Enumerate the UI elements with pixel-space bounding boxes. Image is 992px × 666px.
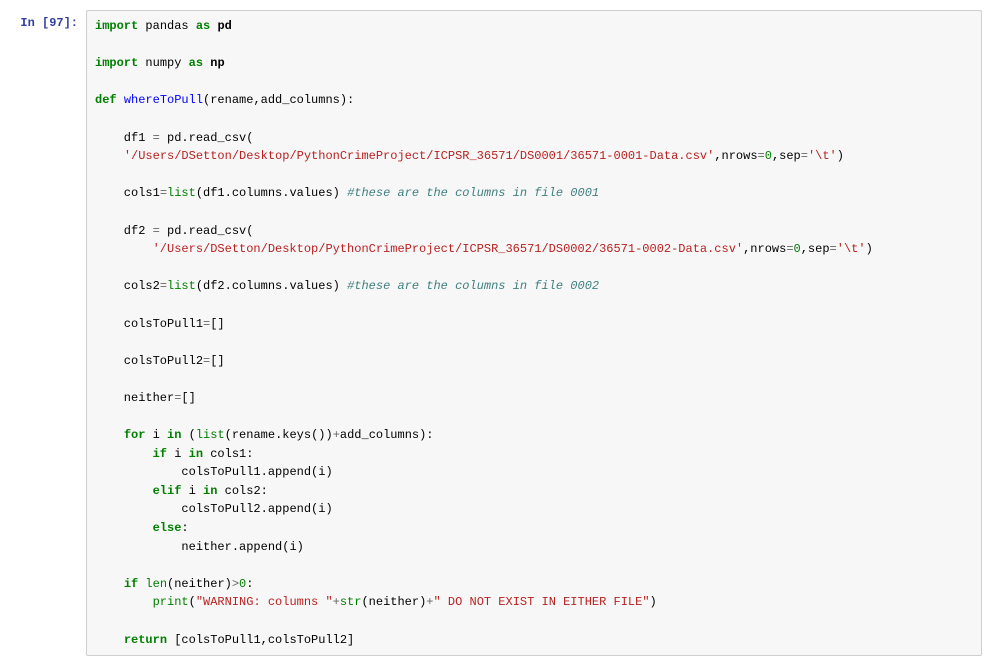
input-prompt: In [97]: bbox=[10, 10, 86, 30]
code-content[interactable]: import pandas as pd import numpy as np d… bbox=[95, 17, 973, 649]
code-input-area[interactable]: import pandas as pd import numpy as np d… bbox=[86, 10, 982, 656]
notebook-cell: In [97]: import pandas as pd import nump… bbox=[10, 10, 982, 656]
